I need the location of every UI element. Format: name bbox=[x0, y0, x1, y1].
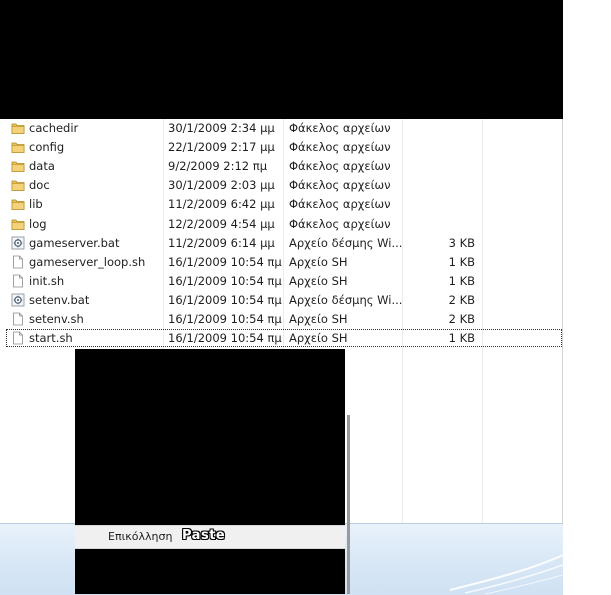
file-date-modified: 30/1/2009 2:03 μμ bbox=[168, 176, 275, 194]
file-row[interactable]: setenv.sh 16/1/2009 10:54 πμ Αρχείο SH 2 KB bbox=[6, 310, 562, 328]
file-type: Αρχείο δέσμης Wi... bbox=[289, 291, 402, 309]
context-menu-paste[interactable]: Επικόλληση Paste bbox=[75, 525, 345, 549]
file-type: Φάκελος αρχείων bbox=[289, 176, 391, 194]
file-row[interactable]: cachedir 30/1/2009 2:34 μμ Φάκελος αρχείων bbox=[6, 119, 562, 137]
file-type: Φάκελος αρχείων bbox=[289, 215, 391, 233]
file-name: setenv.sh bbox=[29, 310, 84, 328]
file-date-modified: 16/1/2009 10:54 πμ bbox=[168, 272, 282, 290]
folder-icon bbox=[11, 217, 25, 231]
file-type: Φάκελος αρχείων bbox=[289, 195, 391, 213]
file-date-modified: 16/1/2009 10:54 πμ bbox=[168, 291, 282, 309]
file-row[interactable]: data 9/2/2009 2:12 πμ Φάκελος αρχείων bbox=[6, 157, 562, 175]
file-date-modified: 16/1/2009 10:54 πμ bbox=[168, 329, 282, 347]
file-name: cachedir bbox=[29, 119, 78, 137]
file-date-modified: 22/1/2009 2:17 μμ bbox=[168, 138, 275, 156]
folder-icon bbox=[11, 197, 25, 211]
file-date-modified: 9/2/2009 2:12 πμ bbox=[168, 157, 267, 175]
file-date-modified: 11/2/2009 6:14 μμ bbox=[168, 234, 275, 252]
file-date-modified: 11/2/2009 6:42 μμ bbox=[168, 195, 275, 213]
file-size: 1 KB bbox=[446, 329, 475, 347]
file-type: Αρχείο δέσμης Wi... bbox=[289, 234, 402, 252]
file-date-modified: 12/2/2009 4:54 μμ bbox=[168, 215, 275, 233]
file-row[interactable]: gameserver.bat 11/2/2009 6:14 μμ Αρχείο δέ… bbox=[6, 234, 562, 252]
file-row[interactable]: doc 30/1/2009 2:03 μμ Φάκελος αρχείων bbox=[6, 176, 562, 194]
batch-file-icon bbox=[11, 293, 25, 307]
file-name: data bbox=[29, 157, 55, 175]
file-name: config bbox=[29, 138, 64, 156]
paste-label: Επικόλληση bbox=[108, 530, 172, 543]
file-name: start.sh bbox=[29, 329, 73, 347]
file-name: gameserver_loop.sh bbox=[29, 253, 145, 271]
file-type: Αρχείο SH bbox=[289, 329, 348, 347]
file-type: Φάκελος αρχείων bbox=[289, 119, 391, 137]
document-icon bbox=[11, 331, 25, 345]
file-type: Αρχείο SH bbox=[289, 253, 348, 271]
file-type: Αρχείο SH bbox=[289, 310, 348, 328]
redacted-context-menu bbox=[75, 349, 345, 594]
file-row[interactable]: setenv.bat 16/1/2009 10:54 πμ Αρχείο δέσμη… bbox=[6, 291, 562, 309]
context-menu-shadow bbox=[347, 415, 350, 594]
file-date-modified: 30/1/2009 2:34 μμ bbox=[168, 119, 275, 137]
file-name: init.sh bbox=[29, 272, 64, 290]
file-row[interactable]: log 12/2/2009 4:54 μμ Φάκελος αρχείων bbox=[6, 215, 562, 233]
file-row[interactable]: lib 11/2/2009 6:42 μμ Φάκελος αρχείων bbox=[6, 195, 562, 213]
file-size: 3 KB bbox=[446, 234, 475, 252]
folder-icon bbox=[11, 140, 25, 154]
file-size: 2 KB bbox=[446, 291, 475, 309]
file-type: Αρχείο SH bbox=[289, 272, 348, 290]
file-row[interactable]: start.sh 16/1/2009 10:54 πμ Αρχείο SH 1 KB bbox=[6, 329, 562, 347]
file-row[interactable]: config 22/1/2009 2:17 μμ Φάκελος αρχείων bbox=[6, 138, 562, 156]
file-name: setenv.bat bbox=[29, 291, 89, 309]
status-bar-swoosh bbox=[440, 545, 563, 594]
file-type: Φάκελος αρχείων bbox=[289, 157, 391, 175]
folder-icon bbox=[11, 121, 25, 135]
document-icon bbox=[11, 312, 25, 326]
file-name: gameserver.bat bbox=[29, 234, 119, 252]
file-name: doc bbox=[29, 176, 50, 194]
paste-label-english: Paste bbox=[182, 528, 225, 543]
redacted-region-top bbox=[0, 0, 563, 119]
file-date-modified: 16/1/2009 10:54 πμ bbox=[168, 310, 282, 328]
file-type: Φάκελος αρχείων bbox=[289, 138, 391, 156]
file-name: lib bbox=[29, 195, 43, 213]
file-size: 1 KB bbox=[446, 253, 475, 271]
document-icon bbox=[11, 274, 25, 288]
file-name: log bbox=[29, 215, 47, 233]
file-size: 2 KB bbox=[446, 310, 475, 328]
file-row[interactable]: init.sh 16/1/2009 10:54 πμ Αρχείο SH 1 KB bbox=[6, 272, 562, 290]
file-row[interactable]: gameserver_loop.sh 16/1/2009 10:54 πμ Αρχε… bbox=[6, 253, 562, 271]
file-size: 1 KB bbox=[446, 272, 475, 290]
folder-icon bbox=[11, 159, 25, 173]
file-date-modified: 16/1/2009 10:54 πμ bbox=[168, 253, 282, 271]
document-icon bbox=[11, 255, 25, 269]
file-list-border bbox=[562, 119, 563, 523]
folder-icon bbox=[11, 178, 25, 192]
batch-file-icon bbox=[11, 236, 25, 250]
